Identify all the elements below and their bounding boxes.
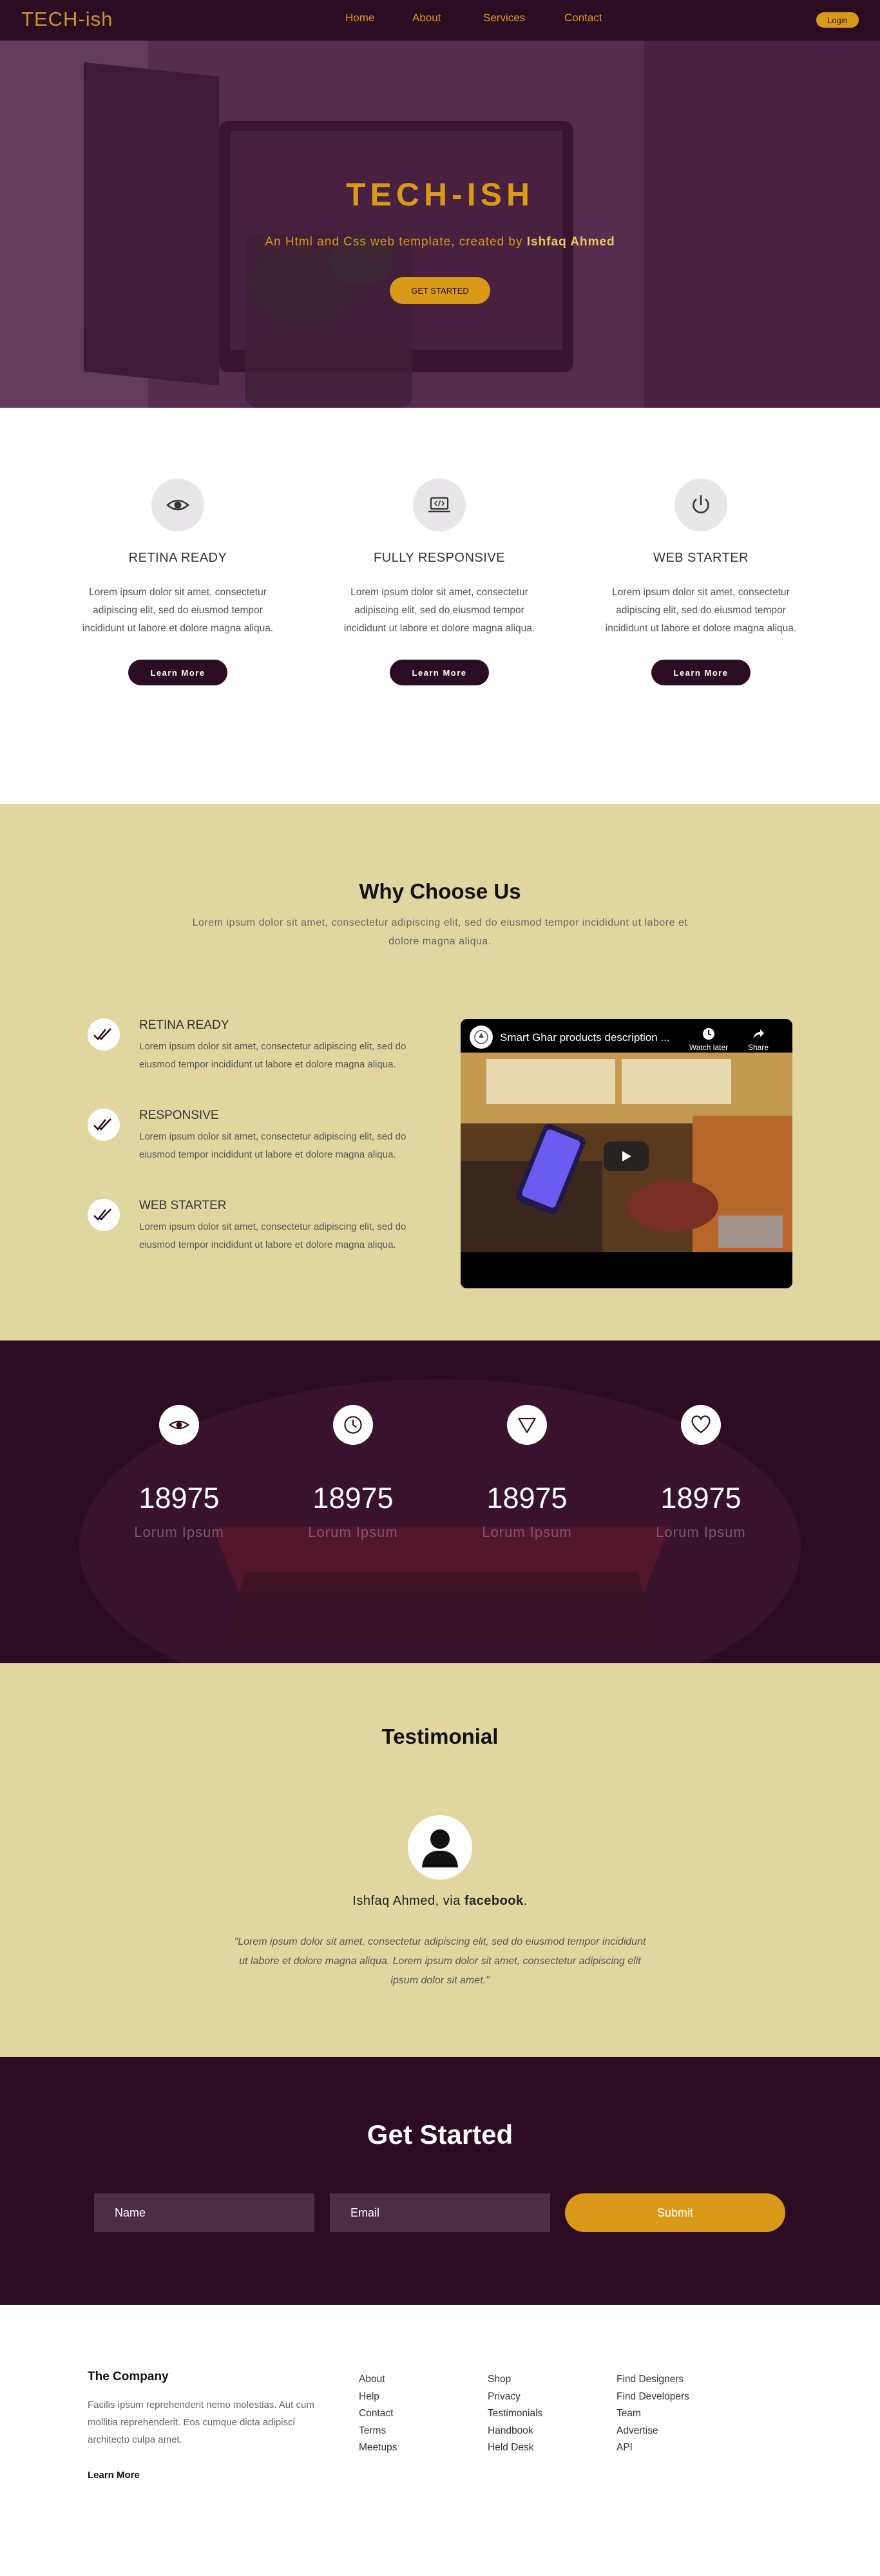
nav-link-about[interactable]: About xyxy=(412,12,441,24)
nav-link-contact[interactable]: Contact xyxy=(564,12,602,24)
nav-links: Home About Services Contact xyxy=(345,12,602,24)
login-button[interactable]: Login xyxy=(816,12,859,28)
navbar: TECH-ish Home About Services Contact Log… xyxy=(0,0,880,41)
brand-logo[interactable]: TECH-ish xyxy=(21,8,113,31)
nav-link-home[interactable]: Home xyxy=(345,12,374,24)
nav-link-services[interactable]: Services xyxy=(483,12,525,24)
page-spacer xyxy=(0,0,880,2576)
